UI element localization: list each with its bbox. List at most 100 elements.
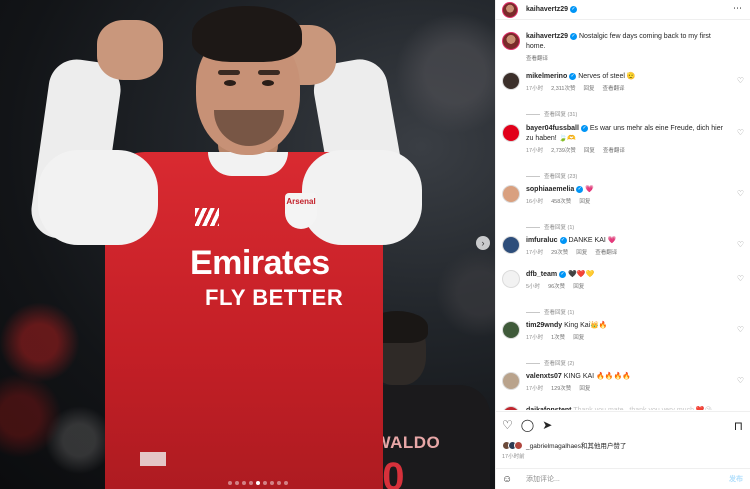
carousel-dot[interactable]: [277, 481, 281, 485]
comment-time: 17小时: [526, 86, 544, 92]
chevron-right-icon: ›: [481, 237, 485, 248]
comment-username[interactable]: sophiaaemelia: [526, 186, 574, 193]
comment-username[interactable]: daikafonstent: [526, 407, 572, 410]
kit-logo: [195, 208, 219, 226]
carousel-dot[interactable]: [235, 481, 239, 485]
author-username[interactable]: kaihavertz29: [526, 6, 568, 13]
action-bar: ♡ ◯ ➤ ⊓ _gabrielmagalhaes和其他用户赞了 17小时前: [496, 411, 750, 471]
bookmark-icon[interactable]: ⊓: [734, 419, 743, 433]
translate-link[interactable]: 查看翻译: [595, 248, 617, 258]
comment-time: 17小时: [526, 335, 544, 341]
comment-likes[interactable]: 2,739次赞: [551, 146, 576, 156]
comment-likes[interactable]: 29次赞: [551, 248, 568, 258]
comment-avatar[interactable]: [502, 236, 520, 254]
next-slide-button[interactable]: ›: [476, 236, 490, 250]
comment-time: 5小时: [526, 284, 541, 290]
comment-time: 17小时: [526, 386, 544, 392]
post-timestamp: 17小时前: [502, 454, 525, 460]
view-replies-link[interactable]: 查看回复 (31): [526, 110, 577, 118]
reply-button[interactable]: 回复: [579, 197, 590, 207]
comment-time: 17小时: [526, 250, 544, 256]
comment-like-icon[interactable]: ♡: [737, 377, 744, 385]
comment-username[interactable]: tim29wndy: [526, 322, 562, 329]
verified-icon: ✓: [570, 6, 578, 13]
emoji-icon[interactable]: ☺: [502, 474, 516, 485]
post-sidebar: kaihavertz29 ✓ ⋯ kaihavertz29 ✓ Nostalgic…: [495, 0, 750, 489]
comment-likes[interactable]: 2,311次赞: [551, 84, 575, 94]
view-replies-link[interactable]: 查看回复 (23): [526, 172, 577, 180]
caption-translate-link[interactable]: 查看翻译: [526, 54, 548, 64]
comment-username[interactable]: valenxts07: [526, 373, 562, 380]
carousel-dot[interactable]: [284, 481, 288, 485]
verified-icon: ✓: [569, 72, 577, 80]
instagram-post-modal: RWALDO 20 Arsenal Emirates FLY BETTER: [0, 0, 750, 489]
carousel-dot[interactable]: [228, 481, 232, 485]
comment-text: KING KAI 🔥🔥🔥🔥: [563, 373, 631, 380]
carousel-dot[interactable]: [242, 481, 246, 485]
reply-button[interactable]: 回复: [573, 333, 584, 343]
comment-avatar[interactable]: [502, 124, 520, 142]
reply-button[interactable]: 回复: [579, 384, 590, 394]
comment-likes[interactable]: 96次赞: [548, 282, 565, 292]
comment-avatar[interactable]: [502, 72, 520, 90]
club-crest: Arsenal: [285, 193, 317, 229]
comment-text: Thank you mate , thank you very much ❤️😘: [573, 407, 712, 410]
comment-avatar[interactable]: [502, 406, 520, 410]
comment-text: 🖤❤️💛: [568, 271, 595, 278]
share-icon[interactable]: ➤: [542, 419, 552, 431]
comment-like-icon[interactable]: ♡: [737, 241, 744, 249]
left-fist: [97, 20, 163, 80]
translate-link[interactable]: 查看翻译: [603, 84, 625, 94]
translate-link[interactable]: 查看翻译: [603, 146, 625, 156]
post-photo[interactable]: RWALDO 20 Arsenal Emirates FLY BETTER: [0, 0, 495, 489]
like-icon[interactable]: ♡: [502, 419, 513, 431]
comment-like-icon[interactable]: ♡: [737, 129, 744, 137]
post-comment-button[interactable]: 发布: [729, 474, 743, 484]
comment-username[interactable]: imfuraluc: [526, 237, 558, 244]
carousel-dot[interactable]: [249, 481, 253, 485]
comment-like-icon[interactable]: ♡: [737, 190, 744, 198]
comment-username[interactable]: dfb_team: [526, 271, 557, 278]
post-header: kaihavertz29 ✓ ⋯: [496, 0, 750, 20]
reply-button[interactable]: 回复: [576, 248, 587, 258]
reply-button[interactable]: 回复: [573, 282, 584, 292]
comment-avatar[interactable]: [502, 372, 520, 390]
comment-likes[interactable]: 129次赞: [551, 384, 571, 394]
comment-username[interactable]: mikelmerino: [526, 73, 567, 80]
view-replies-link[interactable]: 查看回复 (1): [526, 223, 574, 231]
comment-like-icon[interactable]: ♡: [737, 77, 744, 85]
carousel-dot[interactable]: [270, 481, 274, 485]
view-replies-link[interactable]: 查看回复 (1): [526, 308, 574, 316]
comment-time: 16小时: [526, 199, 544, 205]
comment-avatar[interactable]: [502, 270, 520, 288]
comment-username[interactable]: bayer04fussball: [526, 125, 579, 132]
author-avatar[interactable]: [502, 1, 518, 18]
caption-username[interactable]: kaihavertz29: [526, 33, 568, 40]
comment-time: 17小时: [526, 148, 544, 154]
comment-text: Nerves of steel 🫡: [578, 73, 636, 80]
comment-like-icon[interactable]: ♡: [737, 326, 744, 334]
comment-likes[interactable]: 458次赞: [551, 197, 571, 207]
comment-text: 💗: [585, 186, 594, 193]
comment-avatar[interactable]: [502, 321, 520, 339]
comment-like-icon[interactable]: ♡: [737, 275, 744, 283]
comment-avatar[interactable]: [502, 185, 520, 203]
carousel-dot[interactable]: [263, 481, 267, 485]
view-replies-link[interactable]: 查看回复 (2): [526, 359, 574, 367]
comment-icon[interactable]: ◯: [521, 419, 534, 431]
more-options-icon[interactable]: ⋯: [733, 4, 743, 13]
comment-input[interactable]: 添加评论...: [526, 474, 560, 484]
reply-button[interactable]: 回复: [584, 146, 595, 156]
reply-button[interactable]: 回复: [583, 84, 594, 94]
verified-icon: ✓: [580, 124, 588, 132]
caption-avatar[interactable]: [502, 32, 520, 50]
verified-icon: ✓: [576, 185, 584, 193]
sponsor-text: Emirates: [190, 244, 330, 282]
comments-list[interactable]: kaihavertz29 ✓ Nostalgic few days coming …: [496, 22, 750, 410]
verified-icon: ✓: [559, 270, 567, 278]
comment-text: DANKE KAI 💗: [568, 237, 617, 244]
comment-likes[interactable]: 1次赞: [551, 333, 565, 343]
carousel-dot[interactable]: [256, 481, 260, 485]
verified-icon: ✓: [559, 236, 567, 244]
likes-summary[interactable]: _gabrielmagalhaes和其他用户赞了: [502, 440, 626, 450]
